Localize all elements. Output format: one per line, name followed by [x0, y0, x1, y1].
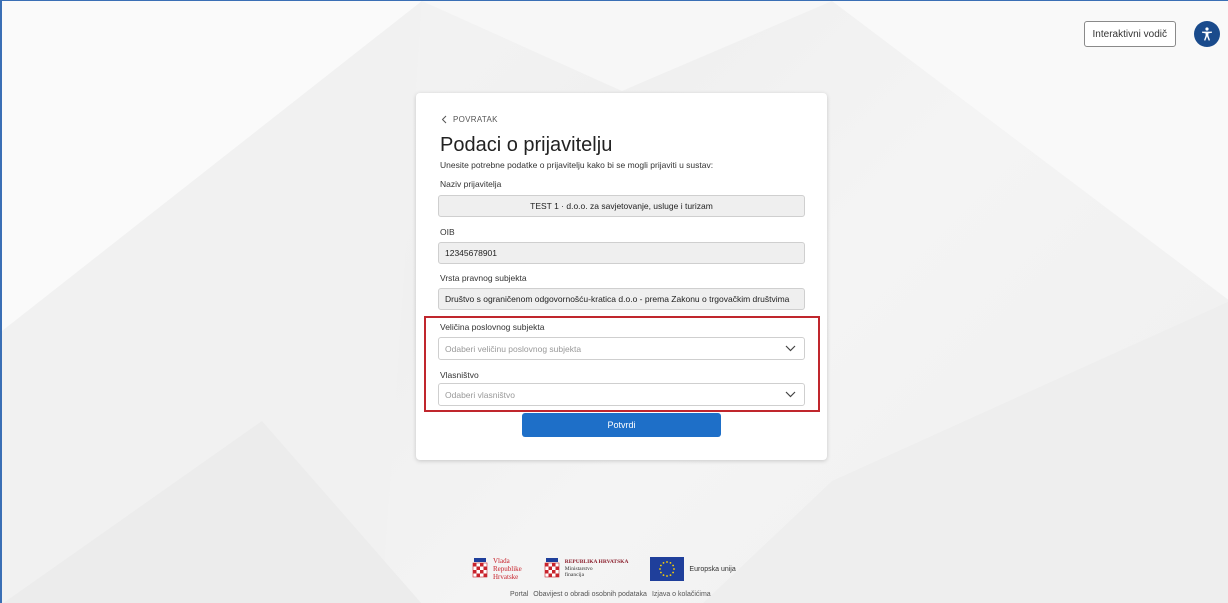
ministry-logo[interactable]: REPUBLIKA HRVATSKA Ministarstvo financij…: [544, 558, 629, 580]
vlada-logo[interactable]: Vlada Republike Hrvatske: [472, 557, 522, 581]
oib-label: OIB: [440, 227, 455, 237]
vlada-logo-text: Vlada Republike Hrvatske: [493, 557, 522, 581]
footer-links: Portal Obavijest o obradi osobnih podata…: [510, 591, 711, 598]
vlada-line-2: Republike: [493, 565, 522, 573]
applicant-form-card: POVRATAK Podaci o prijavitelju Unesite p…: [416, 93, 827, 460]
footer-link-privacy[interactable]: Obavijest o obradi osobnih podataka: [533, 591, 647, 598]
chevron-left-icon: [441, 115, 447, 123]
accessibility-button[interactable]: [1194, 21, 1220, 47]
entity-type-field[interactable]: Društvo s ograničenom odgovornošću-krati…: [438, 288, 805, 310]
business-size-select[interactable]: Odaberi veličinu poslovnog subjekta: [438, 337, 805, 360]
entity-type-label: Vrsta pravnog subjekta: [440, 273, 527, 283]
vlada-line-3: Hrvatske: [493, 573, 519, 581]
chevron-down-icon: [785, 391, 796, 398]
oib-field[interactable]: 12345678901: [438, 242, 805, 264]
confirm-button[interactable]: Potvrdi: [522, 413, 721, 437]
page-subtitle: Unesite potrebne podatke o prijavitelju …: [440, 160, 714, 170]
eu-flag-icon: [650, 557, 685, 581]
business-size-label: Veličina poslovnog subjekta: [440, 322, 545, 332]
ministry-line-3: financija: [564, 572, 585, 579]
top-right-controls: Interaktivni vodič: [1083, 21, 1220, 47]
ministry-line-1: REPUBLIKA HRVATSKA: [564, 559, 629, 566]
ownership-label: Vlasništvo: [440, 370, 479, 380]
applicant-name-field[interactable]: TEST 1 · d.o.o. za savjetovanje, usluge …: [438, 195, 805, 217]
eu-logo[interactable]: Europska unija: [650, 557, 736, 581]
eu-label: Europska unija: [689, 565, 736, 573]
applicant-name-label: Naziv prijavitelja: [440, 179, 502, 189]
footer-link-portal[interactable]: Portal: [510, 591, 528, 598]
croatian-coat-of-arms-icon: [544, 558, 560, 578]
croatian-coat-of-arms-icon: [472, 558, 488, 578]
ownership-placeholder: Odaberi vlasništvo: [445, 389, 515, 400]
business-size-placeholder: Odaberi veličinu poslovnog subjekta: [445, 343, 582, 354]
vlada-line-1: Vlada: [493, 557, 510, 565]
footer-logos: Vlada Republike Hrvatske REPUBLIKA HRVAT…: [472, 557, 736, 581]
ministry-logo-text: REPUBLIKA HRVATSKA Ministarstvo financij…: [565, 559, 629, 579]
page-title: Podaci o prijavitelju: [440, 134, 613, 156]
footer-link-cookies[interactable]: Izjava o kolačićima: [652, 591, 711, 598]
chevron-down-icon: [785, 345, 796, 352]
ownership-select[interactable]: Odaberi vlasništvo: [438, 383, 805, 406]
accessibility-icon: [1202, 27, 1212, 41]
page: Interaktivni vodič POVRATAK Podaci o pri…: [0, 0, 1228, 603]
interactive-guide-button[interactable]: Interaktivni vodič: [1083, 21, 1176, 47]
back-link[interactable]: POVRATAK: [441, 113, 805, 125]
back-label: POVRATAK: [453, 114, 498, 124]
